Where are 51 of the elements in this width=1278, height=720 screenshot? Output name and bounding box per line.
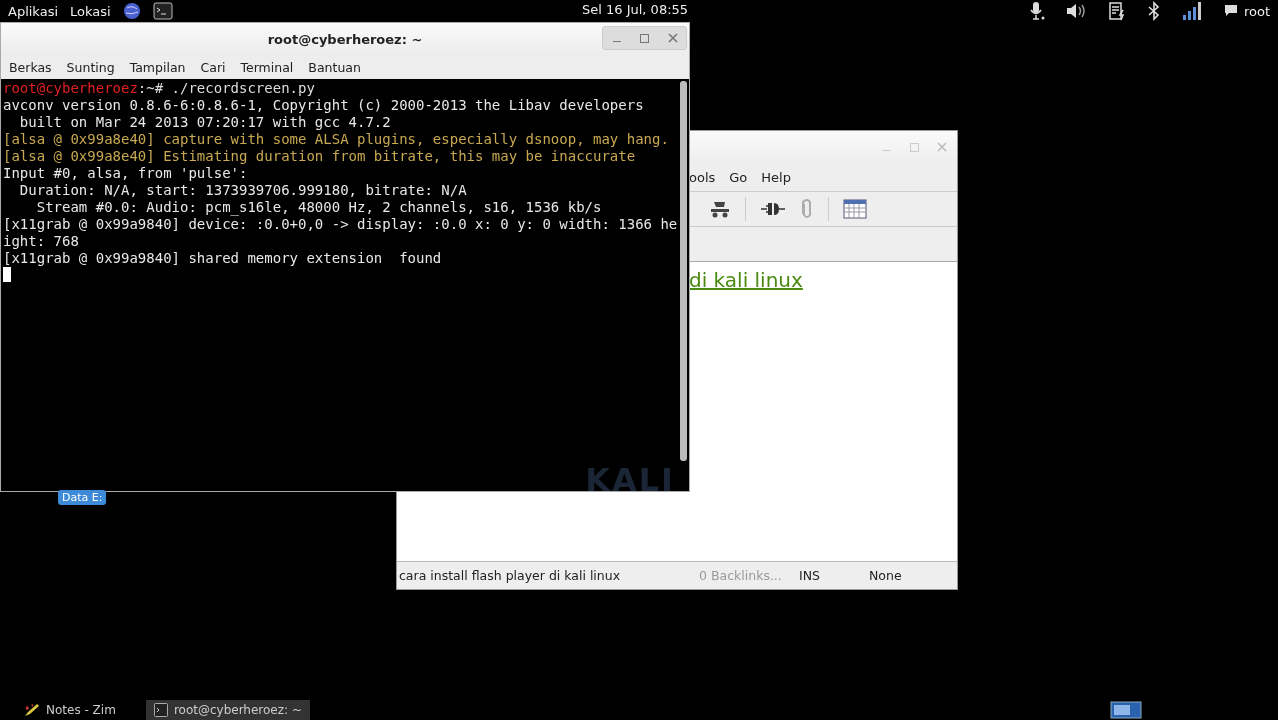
- style-indicator[interactable]: None: [869, 568, 902, 583]
- window-title: root@cyberheroez: ~: [267, 31, 423, 47]
- close-icon: [667, 33, 678, 43]
- taskbar-button[interactable]: Notes - Zim: [16, 700, 124, 720]
- prompt-command: :~# ./recordscreen.py: [137, 80, 315, 96]
- clock[interactable]: Sel 16 Jul, 08:55: [582, 2, 689, 17]
- terminal-output-line: ight: 768: [3, 233, 79, 250]
- terminal-output-line: Input #0, alsa, from 'pulse':: [3, 165, 248, 182]
- close-icon: [937, 142, 947, 152]
- plug-icon[interactable]: [760, 201, 786, 217]
- cart-icon[interactable]: [709, 199, 731, 219]
- desktop-icon-label[interactable]: Data E:: [58, 490, 107, 505]
- terminal-output-line: [alsa @ 0x99a8e40] capture with some ALSA plugins, especially dsnoop, may hang.: [3, 131, 669, 148]
- microphone-icon[interactable]: [1028, 1, 1045, 21]
- menu-item[interactable]: Help: [761, 169, 791, 185]
- menu-item[interactable]: Go: [729, 169, 748, 185]
- bluetooth-icon[interactable]: [1146, 1, 1161, 21]
- speaker-icon[interactable]: [1064, 2, 1087, 20]
- scrollbar[interactable]: [680, 81, 687, 461]
- terminal-output-line: [alsa @ 0x99a8e40] Estimating duration from bitrate, this may be inaccurate: [3, 148, 636, 165]
- calendar-icon[interactable]: [843, 199, 867, 219]
- menu-item[interactable]: Tampilan: [129, 59, 186, 75]
- terminal-icon[interactable]: [152, 2, 173, 20]
- menu-item[interactable]: ools: [689, 169, 716, 185]
- prompt-user: root@cyberheroez: [3, 80, 138, 96]
- page-name: cara install flash player di kali linux: [399, 568, 622, 583]
- insert-mode: INS: [799, 568, 821, 583]
- page-heading-link[interactable]: di kali linux: [689, 268, 803, 292]
- text-cursor: [3, 267, 11, 282]
- menu-item[interactable]: Sunting: [66, 59, 115, 75]
- terminal-icon: [153, 703, 168, 717]
- terminal-output-line: built on Mar 24 2013 07:20:17 with gcc 4.7.2: [18, 114, 391, 131]
- menu-item[interactable]: Terminal: [240, 59, 294, 75]
- pencil-icon: [24, 703, 40, 717]
- terminal-output-line: [x11grab @ 0x99a9840] device: :0.0+0,0 -> display: :0.0 x: 0 y: 0 width: 1366 he: [3, 216, 678, 233]
- terminal-output-line: avconv version 0.8.6-6:0.8.6-1, Copyright (c) 2000-2013 the Libav developers: [3, 97, 644, 114]
- terminal-output-line: Duration: N/A, start: 1373939706.999180, bitrate: N/A: [18, 182, 467, 199]
- menu-item[interactable]: Berkas: [9, 59, 52, 75]
- workspace-switcher-icon[interactable]: [1110, 701, 1142, 719]
- globe-icon[interactable]: [122, 2, 141, 20]
- top-menu[interactable]: Aplikasi: [8, 3, 59, 19]
- signal-icon[interactable]: [1180, 1, 1203, 21]
- user-name[interactable]: root: [1243, 3, 1270, 19]
- battery-icon[interactable]: [1106, 1, 1127, 21]
- chat-icon[interactable]: [1222, 4, 1239, 18]
- taskbar-button[interactable]: root@cyberheroez: ~: [145, 700, 310, 720]
- terminal-output-line: Stream #0.0: Audio: pcm_s16le, 48000 Hz, 2 channels, s16, 1536 kb/s: [35, 199, 602, 216]
- menu-item[interactable]: Cari: [200, 59, 226, 75]
- menu-item[interactable]: Bantuan: [308, 59, 361, 75]
- top-menu[interactable]: Lokasi: [70, 3, 111, 19]
- terminal-output-line: [x11grab @ 0x99a9840] shared memory extension found: [3, 250, 442, 267]
